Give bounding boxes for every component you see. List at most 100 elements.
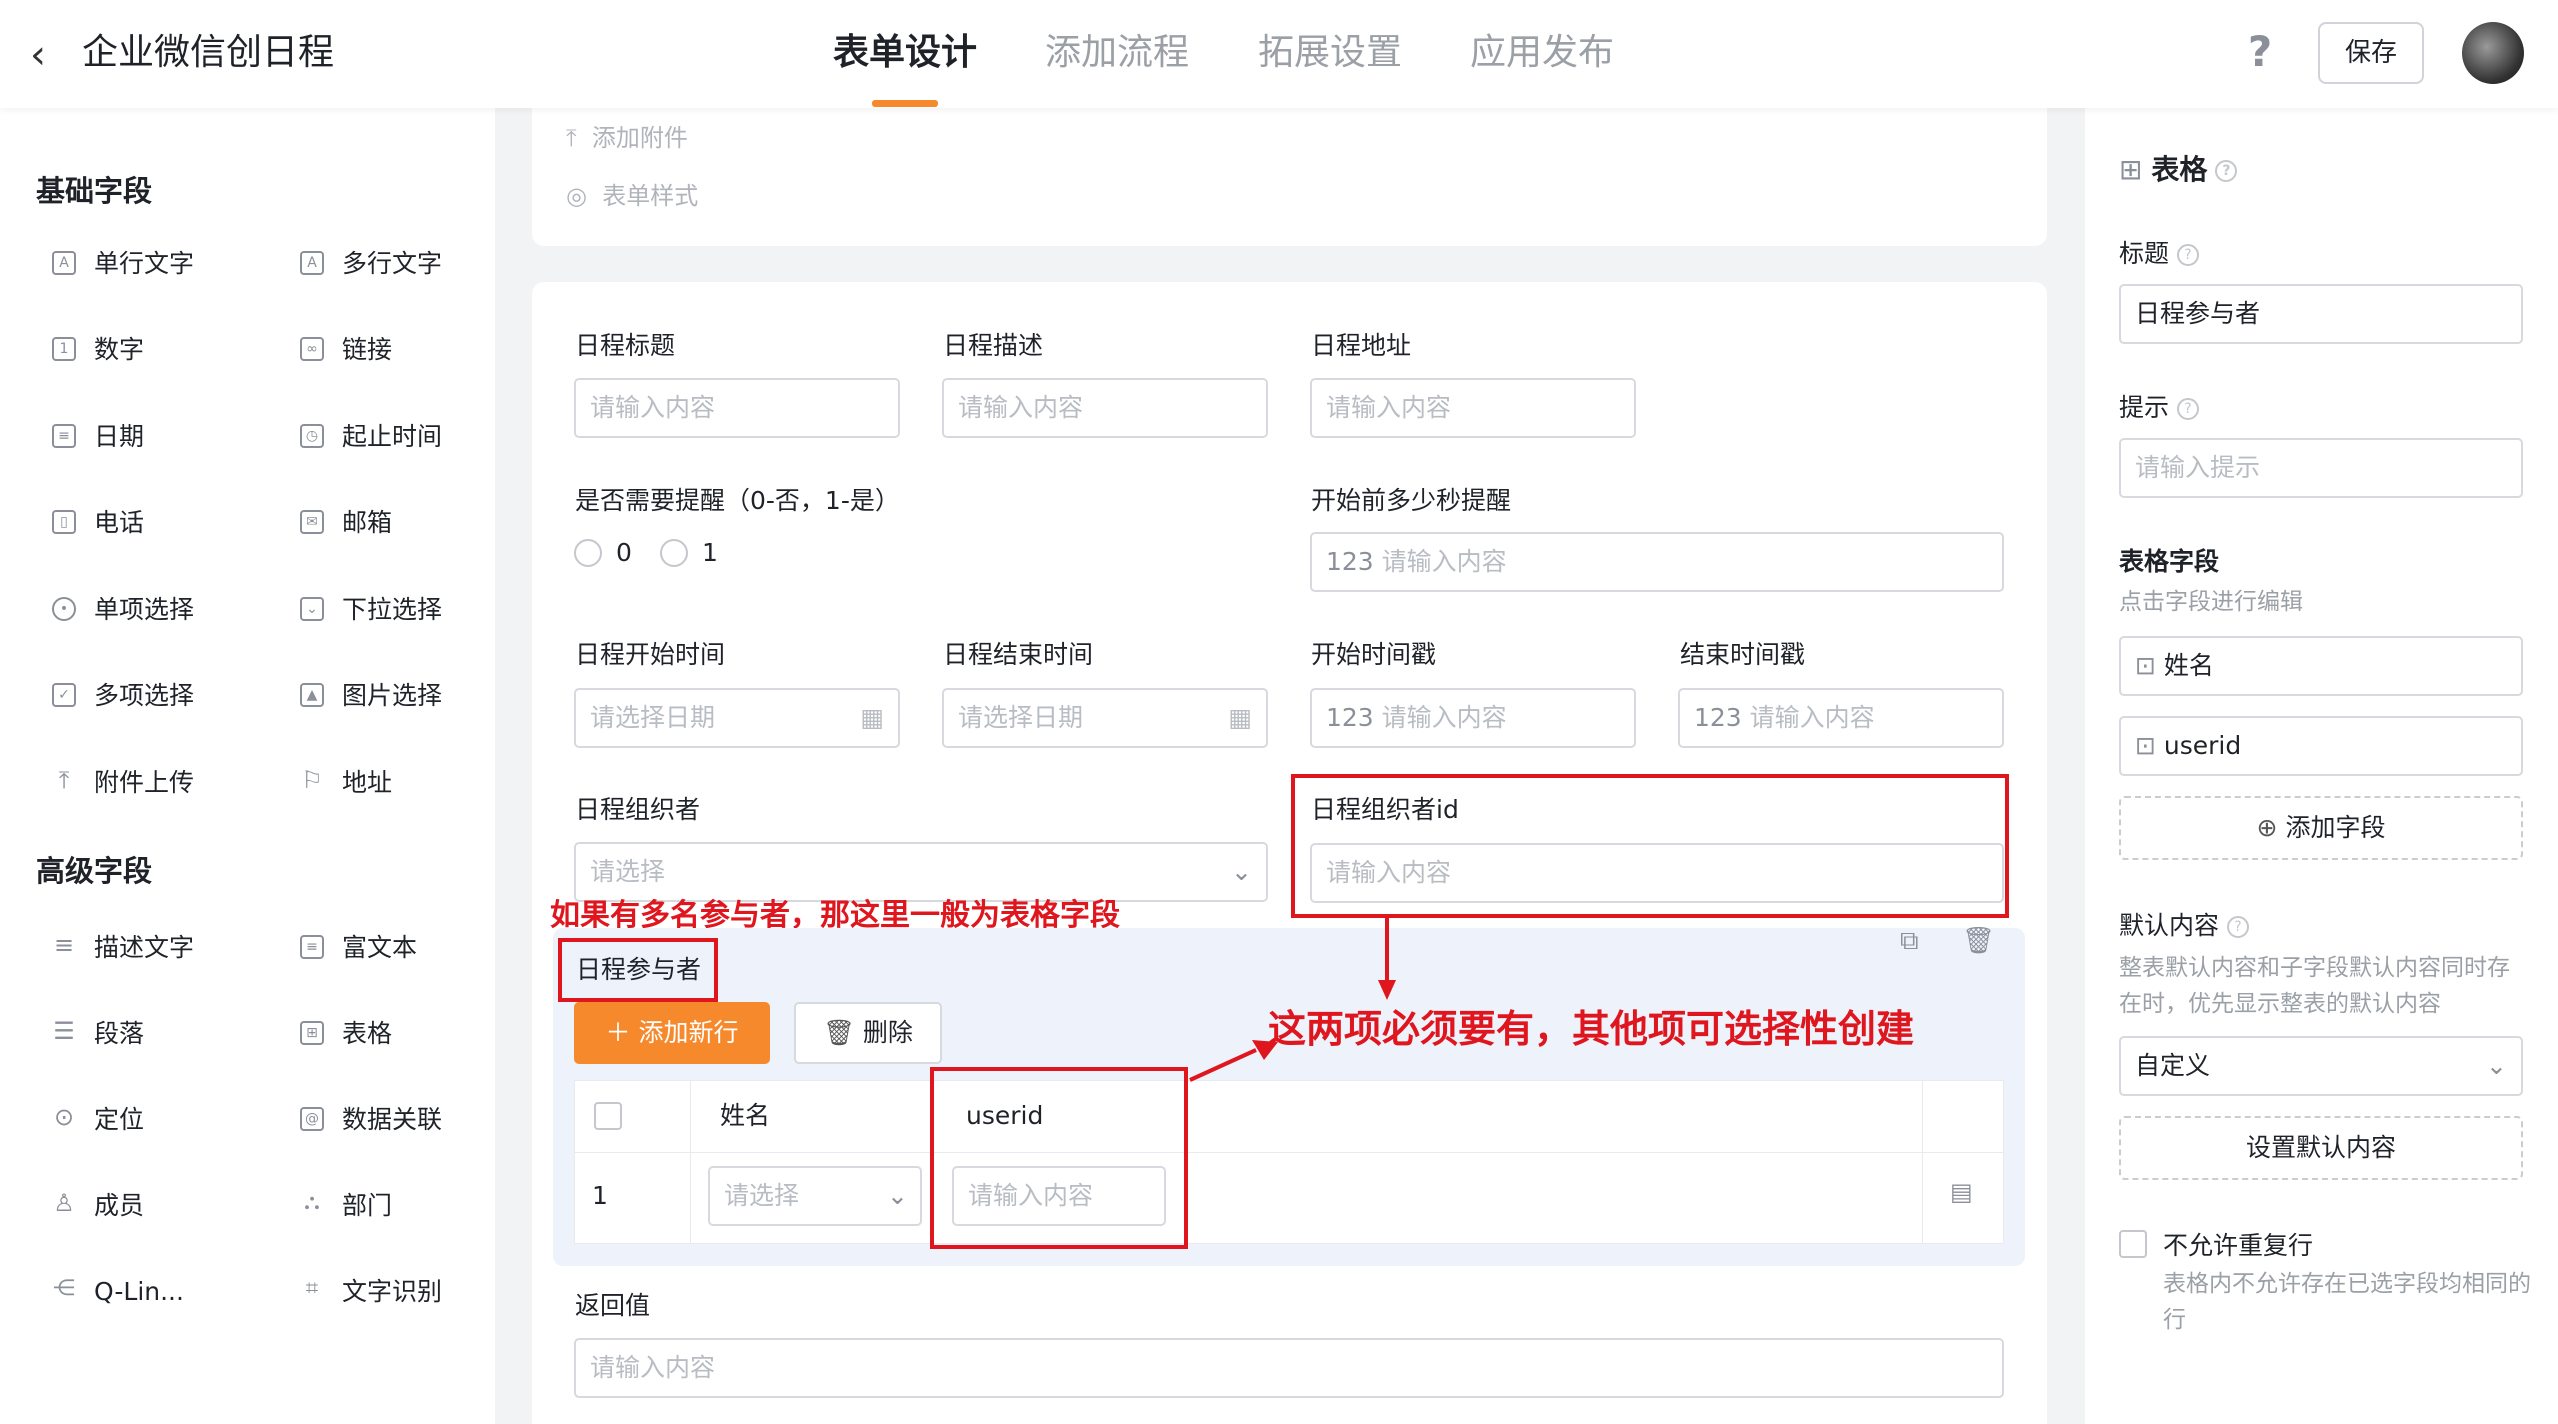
field-date[interactable]: ≡ 日期 <box>52 417 144 457</box>
annotation-box-organizer-id <box>1291 774 2009 918</box>
field-phone[interactable]: ▯ 电话 <box>52 503 144 543</box>
no-duplicate-label: 不允许重复行 <box>2163 1231 2314 1260</box>
input-description[interactable]: 请输入内容 <box>942 378 1268 438</box>
field-email[interactable]: ✉ 邮箱 <box>300 503 392 543</box>
subfield-userid[interactable]: ⊡ userid <box>2119 716 2523 776</box>
field-single-text[interactable]: A 单行文字 <box>52 244 194 284</box>
title-input[interactable]: 日程参与者 <box>2119 284 2523 344</box>
plus-circle-icon: ⊕ <box>2256 813 2286 842</box>
table-fields-hint: 点击字段进行编辑 <box>2119 589 2303 615</box>
input-return[interactable]: 请输入内容 <box>574 1338 2004 1398</box>
field-rich-text[interactable]: ≡ 富文本 <box>300 928 417 968</box>
help-icon[interactable]: ? <box>2240 26 2280 78</box>
help-circle-icon[interactable]: ? <box>2215 160 2238 182</box>
field-link[interactable]: ∞ 链接 <box>300 330 392 370</box>
save-button[interactable]: 保存 <box>2318 22 2424 84</box>
input-end-ts[interactable]: 123 请输入内容 <box>1678 688 2004 748</box>
trash-icon[interactable]: 🗑 <box>1962 926 1995 956</box>
label-title: 日程标题 <box>575 331 676 360</box>
table-icon: ⊞ <box>300 1021 324 1045</box>
field-palette: 基础字段 A 单行文字 A 多行文字 1 数字 ∞ 链接 ≡ 日期 ◷ 起止时间 ▯ 电话 ✉… <box>0 108 495 1424</box>
label-end-time: 日程结束时间 <box>943 640 1094 669</box>
help-circle-icon[interactable]: ? <box>2177 398 2200 420</box>
field-multi-text[interactable]: A 多行文字 <box>300 244 442 284</box>
delete-row-button[interactable]: 🗑 删除 <box>794 1002 942 1064</box>
checkbox-icon: ✓ <box>52 683 76 707</box>
label-end-ts: 结束时间戳 <box>1680 640 1806 669</box>
field-address[interactable]: ⚐ 地址 <box>300 763 392 803</box>
table-divider <box>574 1152 2004 1153</box>
row-detail-icon[interactable]: ▤ <box>1950 1178 1973 1206</box>
person-icon: ♙ <box>53 1189 75 1217</box>
dropdown-icon: ⌄ <box>300 597 324 621</box>
form-settings-card: ⤒ 添加附件 ◎ 表单样式 <box>532 108 2047 246</box>
set-default-button[interactable]: 设置默认内容 <box>2119 1116 2523 1180</box>
org-chart-icon: ⛬ <box>304 1190 320 1215</box>
tab-extend-settings[interactable]: 拓展设置 <box>1258 28 1402 78</box>
single-text-icon: A <box>52 251 76 275</box>
back-chevron-icon[interactable]: ‹ <box>30 30 70 80</box>
field-ocr[interactable]: ⌗ 文字识别 <box>300 1272 442 1312</box>
add-row-button[interactable]: ＋ 添加新行 <box>574 1002 770 1064</box>
radio-0[interactable] <box>574 539 602 567</box>
field-q-link[interactable]: ⋲ Q-Lin... <box>52 1272 184 1312</box>
copy-icon[interactable]: ⧉ <box>1900 926 1919 957</box>
input-end-time[interactable]: 请选择日期 ▦ <box>942 688 1268 748</box>
no-duplicate-checkbox[interactable] <box>2119 1230 2147 1258</box>
signpost-icon: ⚐ <box>301 766 323 794</box>
input-title[interactable]: 请输入内容 <box>574 378 900 438</box>
help-circle-icon[interactable]: ? <box>2177 244 2200 266</box>
help-circle-icon[interactable]: ? <box>2227 916 2250 938</box>
tab-form-design[interactable]: 表单设计 <box>833 28 977 78</box>
field-department[interactable]: ⛬ 部门 <box>300 1186 392 1226</box>
user-avatar[interactable] <box>2462 22 2524 84</box>
default-content-hint: 整表默认内容和子字段默认内容同时存在时，优先显示整表的默认内容 <box>2119 955 2510 1017</box>
input-remind-before[interactable]: 123 请输入内容 <box>1310 532 2004 592</box>
field-data-link[interactable]: @ 数据关联 <box>300 1100 442 1140</box>
field-radio[interactable]: • 单项选择 <box>52 590 194 630</box>
add-attachment-link[interactable]: ⤒ 添加附件 <box>566 118 688 153</box>
tab-add-flow[interactable]: 添加流程 <box>1045 28 1189 78</box>
select-all-checkbox[interactable] <box>594 1102 622 1130</box>
field-number[interactable]: 1 数字 <box>52 330 144 370</box>
input-address[interactable]: 请输入内容 <box>1310 378 1636 438</box>
label-address: 日程地址 <box>1311 331 1412 360</box>
radio-1-label: 1 <box>702 538 718 567</box>
description-icon: ≡ <box>53 931 75 959</box>
calendar-icon: ▦ <box>860 703 884 732</box>
row-name-select[interactable]: 请选择 ⌄ <box>708 1166 922 1226</box>
subfield-name[interactable]: ⊡ 姓名 <box>2119 636 2523 696</box>
row-index: 1 <box>592 1181 608 1210</box>
field-paragraph[interactable]: ☰ 段落 <box>52 1014 144 1054</box>
hint-input[interactable]: 请输入提示 <box>2119 438 2523 498</box>
field-member[interactable]: ♙ 成员 <box>52 1186 144 1226</box>
default-content-select[interactable]: 自定义 ⌄ <box>2119 1036 2523 1096</box>
input-start-time[interactable]: 请选择日期 ▦ <box>574 688 900 748</box>
input-start-ts[interactable]: 123 请输入内容 <box>1310 688 1636 748</box>
field-image-select[interactable]: ▲ 图片选择 <box>300 676 442 716</box>
annotation-note-required: 这两项必须要有，其他项可选择性创建 <box>1268 1007 1915 1051</box>
share-icon: ⋲ <box>53 1276 75 1301</box>
number-icon: 1 <box>52 337 76 361</box>
radio-1[interactable] <box>660 539 688 567</box>
label-organizer: 日程组织者 <box>575 795 701 824</box>
field-location[interactable]: ⊙ 定位 <box>52 1100 144 1140</box>
field-table[interactable]: ⊞ 表格 <box>300 1014 392 1054</box>
chevron-down-icon: ⌄ <box>887 1181 908 1210</box>
field-dropdown[interactable]: ⌄ 下拉选择 <box>300 590 442 630</box>
label-start-time: 日程开始时间 <box>575 640 726 669</box>
advanced-fields-title: 高级字段 <box>36 854 153 888</box>
field-description[interactable]: ≡ 描述文字 <box>52 928 194 968</box>
field-date-range[interactable]: ◷ 起止时间 <box>300 417 442 457</box>
label-remind-before: 开始前多少秒提醒 <box>1311 486 1512 515</box>
add-subfield-button[interactable]: ⊕ 添加字段 <box>2119 796 2523 860</box>
clock-icon: ◷ <box>300 424 324 448</box>
field-checkbox[interactable]: ✓ 多项选择 <box>52 676 194 716</box>
tab-publish[interactable]: 应用发布 <box>1470 28 1614 78</box>
image-icon: ▲ <box>300 683 324 707</box>
top-header: ‹ 企业微信创日程 表单设计 添加流程 拓展设置 应用发布 ? 保存 <box>0 0 2558 108</box>
form-style-link[interactable]: ◎ 表单样式 <box>566 176 698 211</box>
upload-icon: ⤒ <box>58 766 70 794</box>
label-start-ts: 开始时间戳 <box>1311 640 1437 669</box>
field-attachment[interactable]: ⤒ 附件上传 <box>52 763 194 803</box>
